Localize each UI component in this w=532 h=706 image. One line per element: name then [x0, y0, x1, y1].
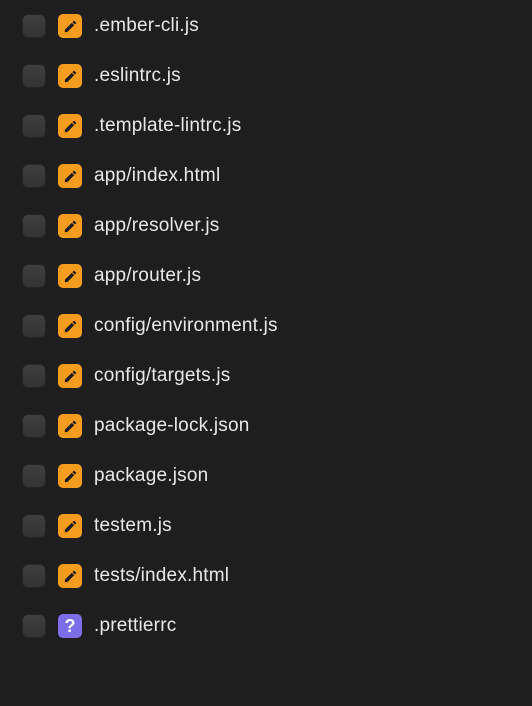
modified-icon	[58, 214, 82, 238]
file-name: config/targets.js	[94, 365, 230, 387]
unknown-icon: ?	[58, 614, 82, 638]
file-checkbox[interactable]	[22, 514, 46, 538]
file-name: .prettierrc	[94, 615, 176, 637]
file-name: app/router.js	[94, 265, 201, 287]
file-name: .eslintrc.js	[94, 65, 181, 87]
file-row[interactable]: package-lock.json	[22, 414, 532, 438]
pencil-icon	[63, 269, 78, 284]
file-checkbox[interactable]	[22, 564, 46, 588]
modified-icon	[58, 514, 82, 538]
pencil-icon	[63, 19, 78, 34]
modified-icon	[58, 14, 82, 38]
pencil-icon	[63, 119, 78, 134]
file-checkbox[interactable]	[22, 214, 46, 238]
file-checkbox[interactable]	[22, 314, 46, 338]
question-mark-icon: ?	[65, 617, 76, 635]
modified-icon	[58, 164, 82, 188]
file-row[interactable]: app/index.html	[22, 164, 532, 188]
file-name: tests/index.html	[94, 565, 229, 587]
pencil-icon	[63, 69, 78, 84]
file-name: .template-lintrc.js	[94, 115, 241, 137]
file-name: testem.js	[94, 515, 172, 537]
file-row[interactable]: app/resolver.js	[22, 214, 532, 238]
file-row[interactable]: config/targets.js	[22, 364, 532, 388]
pencil-icon	[63, 569, 78, 584]
file-name: app/resolver.js	[94, 215, 220, 237]
file-row[interactable]: tests/index.html	[22, 564, 532, 588]
file-row[interactable]: .ember-cli.js	[22, 14, 532, 38]
file-list: .ember-cli.js .eslintrc.js .template-lin…	[0, 8, 532, 638]
file-row[interactable]: testem.js	[22, 514, 532, 538]
file-row[interactable]: config/environment.js	[22, 314, 532, 338]
modified-icon	[58, 314, 82, 338]
file-checkbox[interactable]	[22, 614, 46, 638]
modified-icon	[58, 64, 82, 88]
file-row[interactable]: ? .prettierrc	[22, 614, 532, 638]
file-checkbox[interactable]	[22, 14, 46, 38]
modified-icon	[58, 264, 82, 288]
file-checkbox[interactable]	[22, 114, 46, 138]
file-name: app/index.html	[94, 165, 220, 187]
pencil-icon	[63, 369, 78, 384]
file-name: package.json	[94, 465, 208, 487]
file-row[interactable]: .eslintrc.js	[22, 64, 532, 88]
file-checkbox[interactable]	[22, 164, 46, 188]
pencil-icon	[63, 319, 78, 334]
file-checkbox[interactable]	[22, 264, 46, 288]
pencil-icon	[63, 219, 78, 234]
file-name: config/environment.js	[94, 315, 278, 337]
pencil-icon	[63, 519, 78, 534]
file-checkbox[interactable]	[22, 464, 46, 488]
modified-icon	[58, 114, 82, 138]
modified-icon	[58, 414, 82, 438]
pencil-icon	[63, 419, 78, 434]
file-checkbox[interactable]	[22, 64, 46, 88]
file-row[interactable]: package.json	[22, 464, 532, 488]
pencil-icon	[63, 469, 78, 484]
modified-icon	[58, 464, 82, 488]
file-row[interactable]: .template-lintrc.js	[22, 114, 532, 138]
file-name: package-lock.json	[94, 415, 249, 437]
file-checkbox[interactable]	[22, 364, 46, 388]
file-name: .ember-cli.js	[94, 15, 199, 37]
file-checkbox[interactable]	[22, 414, 46, 438]
file-row[interactable]: app/router.js	[22, 264, 532, 288]
pencil-icon	[63, 169, 78, 184]
modified-icon	[58, 564, 82, 588]
modified-icon	[58, 364, 82, 388]
